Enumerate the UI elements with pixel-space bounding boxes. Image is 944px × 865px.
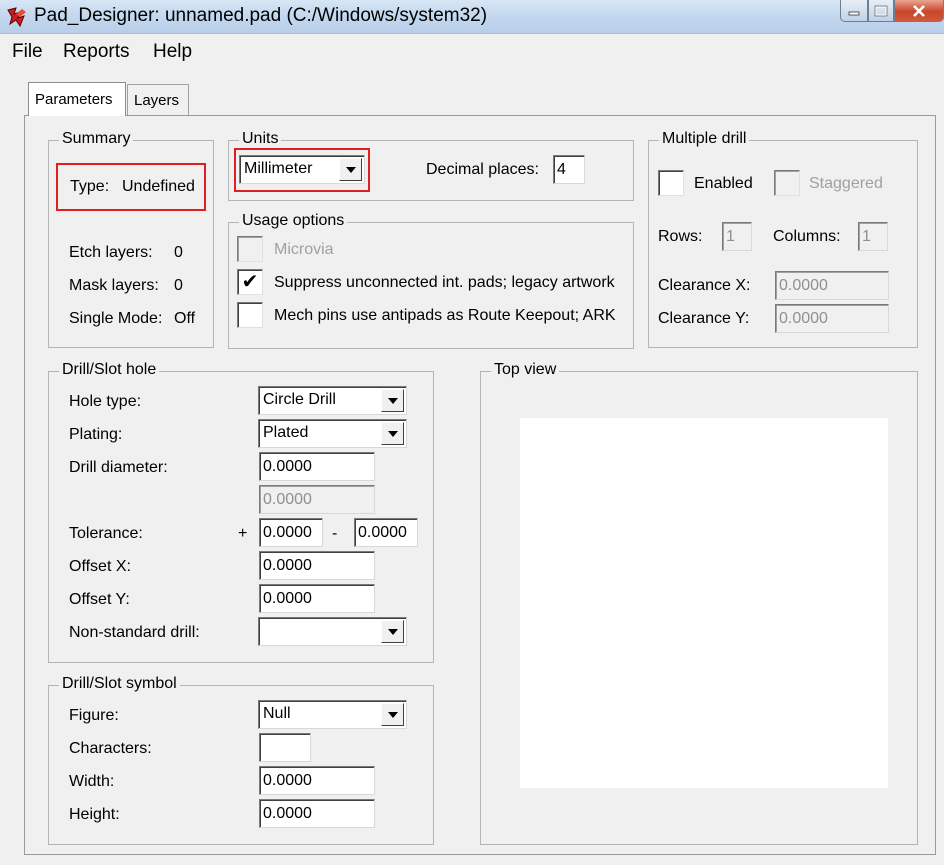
decimal-places-label: Decimal places: [426,161,539,178]
mech-pins-label: Mech pins use antipads as Route Keepout;… [274,307,616,324]
multiple-drill-title: Multiple drill [659,130,750,148]
window-controls [840,0,944,22]
menu-file[interactable]: File [12,41,43,63]
close-button[interactable] [894,0,944,22]
clearance-y-input[interactable] [775,304,889,333]
hole-type-label: Hole type: [69,393,142,410]
offset-y-label: Offset Y: [69,591,130,608]
usage-options-title: Usage options [239,212,348,230]
non-standard-drill-dropdown-button[interactable] [381,620,404,643]
plating-dropdown-button[interactable] [381,422,404,445]
drill-diameter-label: Drill diameter: [69,459,168,476]
mech-pins-checkbox[interactable] [237,302,263,328]
type-value: Undefined [122,178,195,195]
width-input[interactable] [259,766,375,795]
suppress-unconnected-checkbox[interactable]: ✔ [237,269,263,295]
enabled-checkbox[interactable] [658,170,684,196]
drill-slot-symbol-title: Drill/Slot symbol [59,675,180,693]
summary-title: Summary [59,130,134,148]
hole-type-value: Circle Drill [263,391,336,408]
staggered-label: Staggered [809,175,883,192]
tolerance-plus-sign: + [238,525,248,542]
columns-input[interactable] [858,222,888,251]
menu-bar: File Reports Help [0,34,944,68]
app-icon [7,7,26,28]
suppress-unconnected-label: Suppress unconnected int. pads; legacy a… [274,274,615,291]
width-label: Width: [69,773,115,790]
drill-diameter-input[interactable] [259,452,375,481]
chevron-down-icon [345,166,356,173]
tab-parameters[interactable]: Parameters [28,82,126,116]
non-standard-drill-select[interactable] [258,617,407,646]
mask-layers-label: Mask layers: [69,277,159,294]
figure-value: Null [263,705,291,722]
close-icon [913,4,925,17]
mask-layers-value: 0 [174,277,183,294]
tolerance-minus-sign: - [332,525,338,542]
etch-layers-label: Etch layers: [69,244,153,261]
window-title: Pad_Designer: unnamed.pad (C:/Windows/sy… [34,5,488,26]
top-view-title: Top view [491,361,560,379]
clearance-x-input[interactable] [775,271,889,300]
offset-y-input[interactable] [259,584,375,613]
chevron-down-icon [387,397,398,404]
plating-select[interactable]: Plated [258,419,407,448]
type-label: Type: [70,178,110,195]
units-dropdown-button[interactable] [339,158,362,181]
drill-diameter-secondary-input[interactable] [259,485,375,514]
hole-type-dropdown-button[interactable] [381,389,404,412]
microvia-checkbox[interactable] [237,236,263,262]
minimize-icon [848,11,860,15]
rows-label: Rows: [658,228,703,245]
tab-layers[interactable]: Layers [127,84,189,116]
offset-x-input[interactable] [259,551,375,580]
tolerance-plus-input[interactable] [259,518,323,547]
plating-value: Plated [263,424,309,441]
characters-label: Characters: [69,740,152,757]
offset-x-label: Offset X: [69,558,131,575]
menu-help[interactable]: Help [153,41,192,63]
hole-type-select[interactable]: Circle Drill [258,386,407,415]
enabled-label: Enabled [694,175,753,192]
figure-select[interactable]: Null [258,700,407,729]
figure-label: Figure: [69,707,119,724]
minimize-button[interactable] [840,0,868,22]
height-label: Height: [69,806,120,823]
etch-layers-value: 0 [174,244,183,261]
maximize-icon [874,5,888,16]
units-title: Units [239,130,282,148]
plating-label: Plating: [69,426,123,443]
units-select-value: Millimeter [244,160,313,177]
tolerance-label: Tolerance: [69,525,143,542]
single-mode-label: Single Mode: [69,310,163,327]
drill-slot-hole-title: Drill/Slot hole [59,361,160,379]
rows-input[interactable] [722,222,752,251]
title-bar[interactable]: Pad_Designer: unnamed.pad (C:/Windows/sy… [0,0,944,34]
single-mode-value: Off [174,310,196,327]
chevron-down-icon [387,628,398,635]
figure-dropdown-button[interactable] [381,703,404,726]
characters-input[interactable] [259,733,311,762]
columns-label: Columns: [773,228,841,245]
tolerance-minus-input[interactable] [354,518,418,547]
maximize-button[interactable] [868,0,894,22]
chevron-down-icon [387,430,398,437]
checkmark-icon: ✔ [241,271,259,293]
menu-reports[interactable]: Reports [63,41,130,63]
non-standard-drill-label: Non-standard drill: [69,624,200,641]
units-select[interactable]: Millimeter [239,155,365,184]
height-input[interactable] [259,799,375,828]
microvia-label: Microvia [274,241,334,258]
clearance-y-label: Clearance Y: [658,310,750,327]
staggered-checkbox[interactable] [774,170,800,196]
decimal-places-input[interactable] [553,155,585,184]
clearance-x-label: Clearance X: [658,277,751,294]
top-view-canvas[interactable] [520,418,888,788]
chevron-down-icon [387,711,398,718]
